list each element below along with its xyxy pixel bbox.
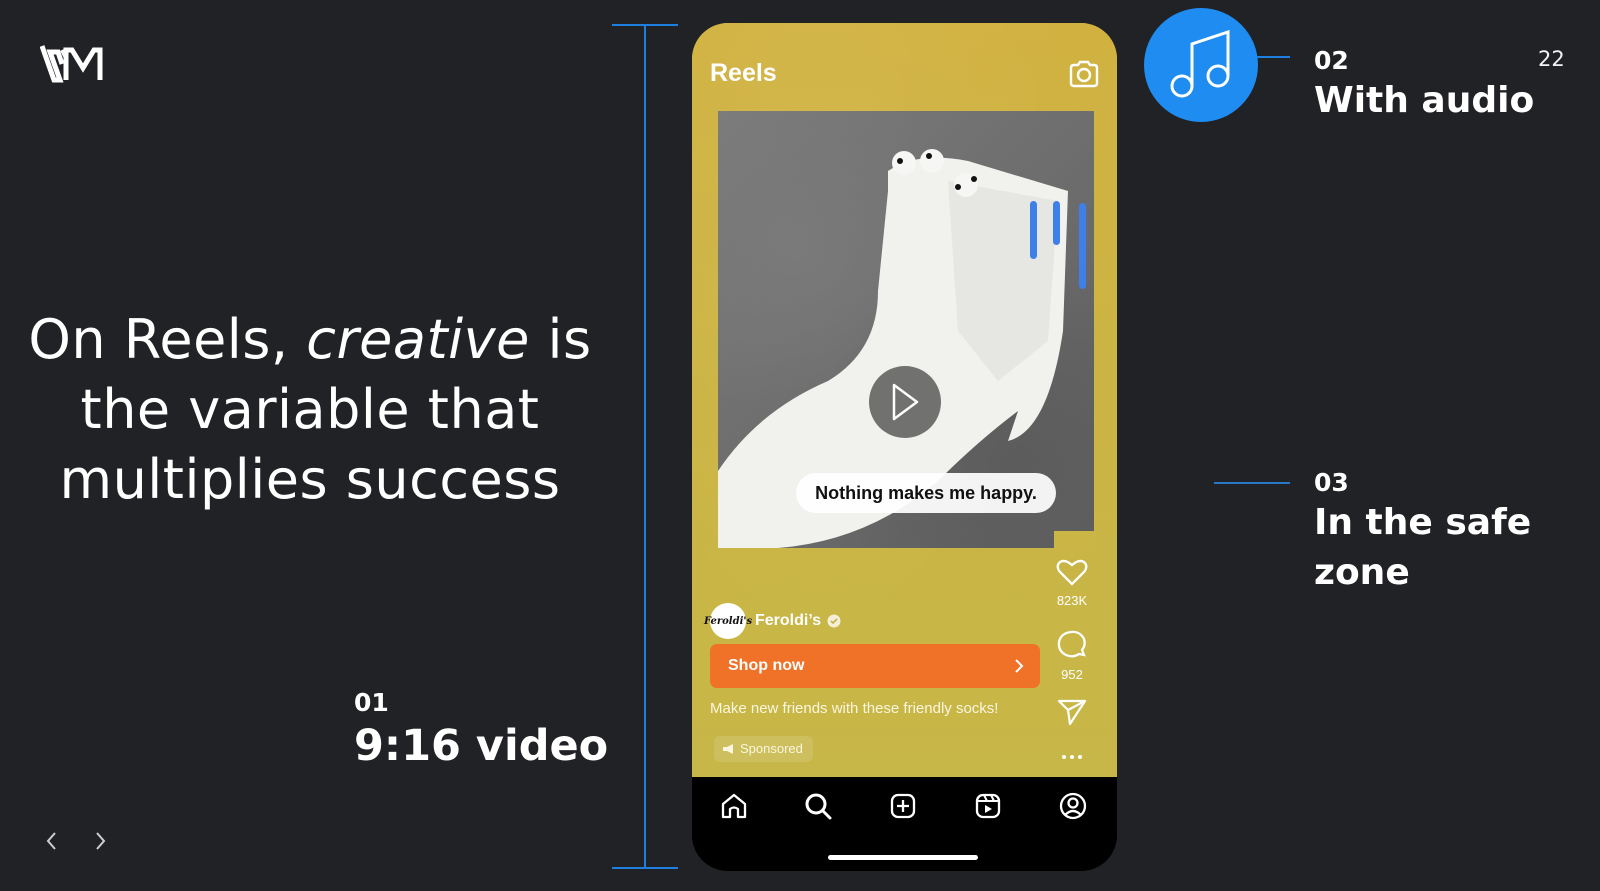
ad-caption: Make new friends with these friendly soc… xyxy=(710,700,999,717)
callout-title: In the safe zone xyxy=(1314,502,1532,593)
create-icon[interactable] xyxy=(889,792,917,820)
callout-01: 01 9:16 video xyxy=(354,688,608,774)
heart-icon xyxy=(1056,559,1088,586)
callout-02: 02 With audio xyxy=(1314,46,1534,126)
reels-icon[interactable] xyxy=(974,792,1002,820)
callout-number: 01 xyxy=(354,688,389,717)
shop-now-label: Shop now xyxy=(728,657,805,674)
more-icon xyxy=(1062,755,1082,759)
verified-badge-icon xyxy=(827,614,841,628)
profile-icon[interactable] xyxy=(1059,792,1087,820)
send-icon xyxy=(1057,699,1087,726)
music-note-icon xyxy=(1170,30,1230,98)
audio-bar xyxy=(1053,201,1060,245)
vm-logo xyxy=(40,45,103,83)
audio-bar xyxy=(1030,201,1037,259)
headline-part1: On Reels, xyxy=(28,308,307,371)
sponsored-label: Sponsored xyxy=(740,741,803,756)
profile-name[interactable]: Feroldi’s xyxy=(755,612,821,630)
slide: 22 On Reels, creative is the variable th… xyxy=(0,0,1600,891)
shop-now-button[interactable]: Shop now xyxy=(710,644,1040,688)
reels-title: Reels xyxy=(710,59,777,87)
video-frame[interactable]: Nothing makes me happy. xyxy=(718,111,1094,548)
more-action[interactable] xyxy=(1042,748,1102,766)
audio-badge xyxy=(1144,8,1258,122)
play-button[interactable] xyxy=(869,366,941,438)
headline-emphasis: creative xyxy=(306,308,530,371)
bracket-vertical-line xyxy=(644,24,646,869)
callout-title: With audio xyxy=(1314,80,1535,121)
like-action[interactable]: 823K xyxy=(1042,558,1102,608)
video-notch xyxy=(1054,531,1096,551)
profile-row: Feroldi's Feroldi’s xyxy=(704,603,841,639)
comment-action[interactable]: 952 xyxy=(1042,628,1102,682)
page-number: 22 xyxy=(1538,47,1565,71)
comment-count: 952 xyxy=(1061,667,1083,682)
callout-title: 9:16 video xyxy=(354,721,609,771)
like-count: 823K xyxy=(1056,593,1088,608)
play-icon xyxy=(892,383,919,421)
bracket-bottom-line xyxy=(612,867,678,869)
phone-mockup: Reels Nothing makes me happy. 823K 952 F… xyxy=(692,23,1117,871)
search-icon[interactable] xyxy=(804,792,832,820)
chevron-right-icon xyxy=(1015,659,1024,673)
megaphone-icon xyxy=(723,744,733,754)
chevron-right-icon[interactable] xyxy=(90,830,110,852)
audio-bar xyxy=(1079,203,1086,289)
camera-icon[interactable] xyxy=(1068,59,1100,89)
headline: On Reels, creative is the variable that … xyxy=(10,305,610,515)
chevron-left-icon[interactable] xyxy=(42,830,62,852)
share-action[interactable] xyxy=(1042,698,1102,731)
home-icon[interactable] xyxy=(720,792,748,820)
avatar[interactable]: Feroldi's xyxy=(704,603,752,639)
callout-number: 02 xyxy=(1314,46,1349,75)
comment-icon xyxy=(1057,630,1086,658)
callout-03-connector xyxy=(1214,482,1290,484)
callout-number: 03 xyxy=(1314,468,1349,497)
callout-02-connector xyxy=(1256,56,1290,58)
home-indicator xyxy=(828,855,978,860)
sponsored-badge: Sponsored xyxy=(714,736,813,762)
video-caption: Nothing makes me happy. xyxy=(796,473,1056,513)
tab-bar xyxy=(692,777,1117,871)
callout-03: 03 In the safe zone xyxy=(1314,468,1554,598)
